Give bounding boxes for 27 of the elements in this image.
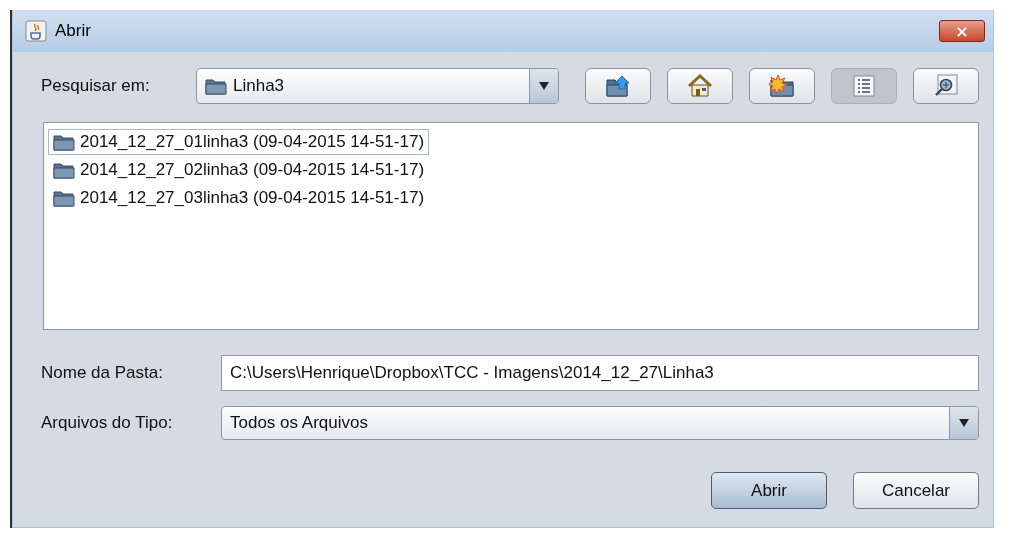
file-list-item[interactable]: 2014_12_27_03linha3 (09-04-2015 14-51-17) [48, 185, 430, 211]
list-view-button[interactable] [831, 68, 897, 104]
house-icon [687, 74, 713, 98]
folder-up-arrow-icon [605, 74, 631, 98]
look-in-label: Pesquisar em: [41, 76, 151, 96]
new-folder-button[interactable] [749, 68, 815, 104]
folder-icon [53, 133, 75, 151]
java-cup-icon [25, 20, 47, 42]
folder-up-button[interactable] [585, 68, 651, 104]
details-view-button[interactable] [913, 68, 979, 104]
look-in-dropdown[interactable]: Linha3 [196, 68, 559, 104]
file-type-label: Arquivos do Tipo: [41, 413, 174, 433]
folder-name-field[interactable]: C:\Users\Henrique\Dropbox\TCC - Imagens\2014_12_27\Linha3 [221, 355, 979, 391]
home-button[interactable] [667, 68, 733, 104]
folder-icon [205, 77, 227, 95]
cancel-button[interactable]: Cancelar [853, 472, 979, 509]
folder-icon [53, 161, 75, 179]
list-icon [852, 75, 876, 97]
file-list-item[interactable]: 2014_12_27_01linha3 (09-04-2015 14-51-17) [48, 129, 430, 155]
file-list-item[interactable]: 2014_12_27_02linha3 (09-04-2015 14-51-17) [48, 157, 430, 183]
folder-icon [53, 189, 75, 207]
folder-name-label: Nome da Pasta: [41, 363, 164, 383]
folder-star-icon [769, 74, 795, 98]
window-title: Abrir [55, 21, 92, 41]
file-type-dropdown[interactable]: Todos os Arquivos [221, 406, 979, 440]
open-button[interactable]: Abrir [711, 472, 827, 509]
magnifier-icon [933, 74, 959, 98]
